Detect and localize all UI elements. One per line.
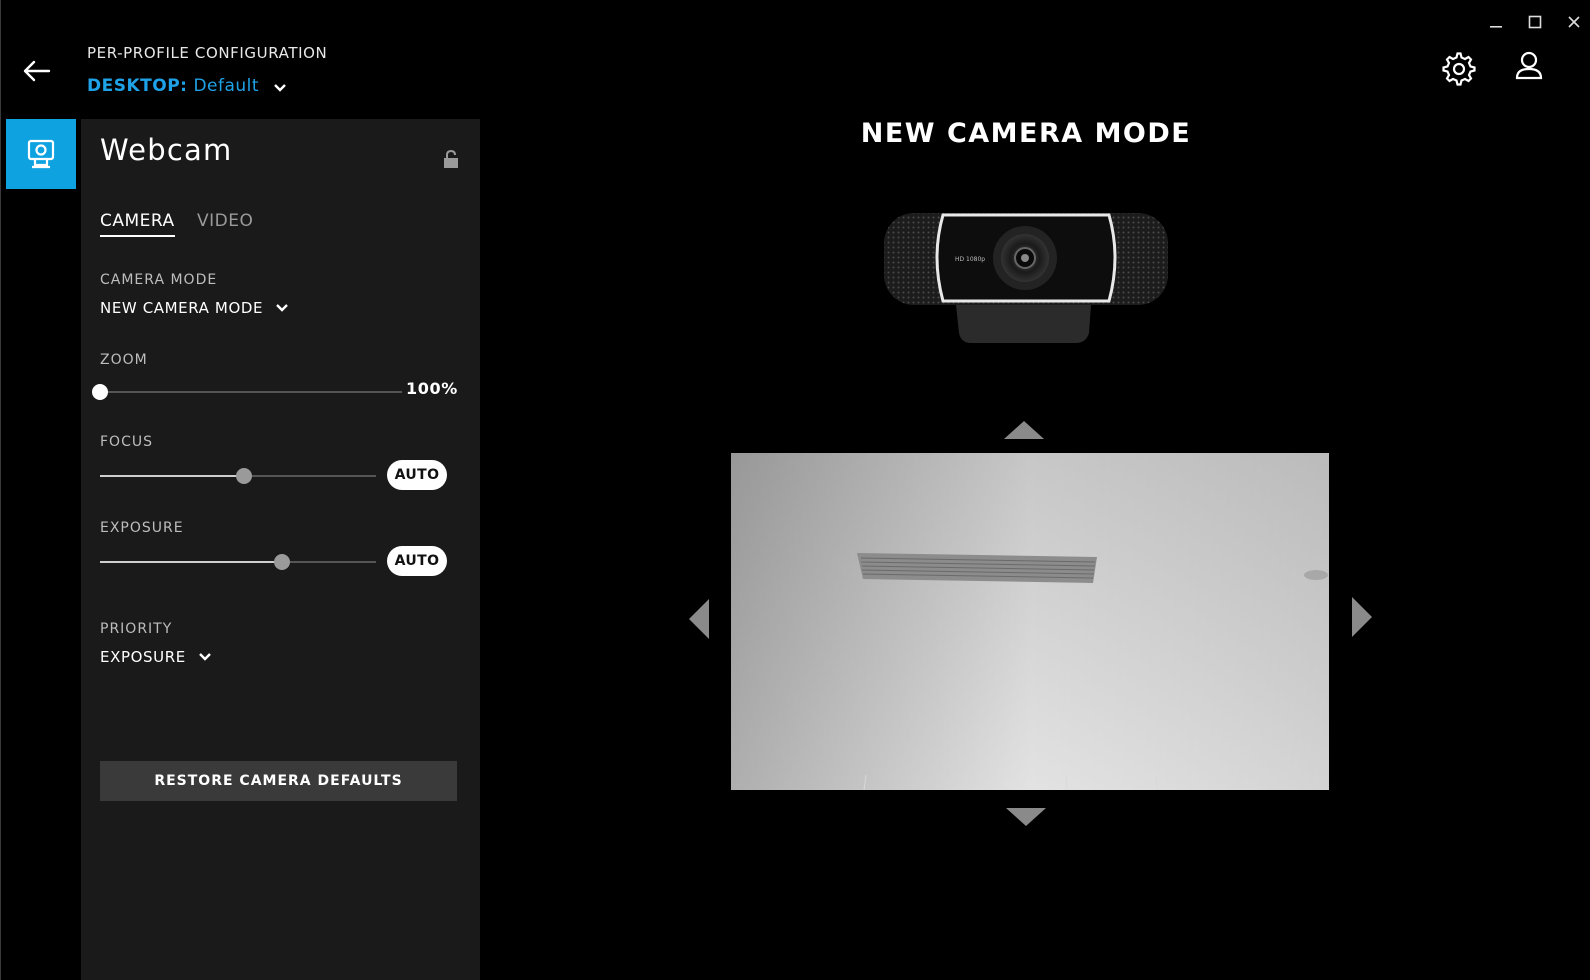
pan-up-arrow-icon[interactable] (1004, 421, 1044, 439)
zoom-value: 100% (406, 379, 458, 398)
minimize-icon (1490, 25, 1502, 28)
app-window: PER-PROFILE CONFIGURATION DESKTOP: Defau… (0, 0, 1590, 980)
maximize-button[interactable] (1520, 10, 1550, 32)
pan-down-arrow-icon[interactable] (1006, 808, 1046, 826)
priority-value: EXPOSURE (100, 648, 186, 666)
zoom-slider[interactable] (92, 384, 402, 400)
camera-mode-heading: NEW CAMERA MODE (860, 118, 1192, 149)
priority-dropdown[interactable]: EXPOSURE (100, 648, 212, 666)
exposure-slider-fill (100, 561, 283, 563)
priority-label: PRIORITY (100, 621, 173, 637)
chevron-down-icon (276, 304, 288, 312)
close-icon (1568, 15, 1580, 28)
minimize-button[interactable] (1481, 10, 1511, 32)
close-button[interactable] (1559, 10, 1589, 32)
back-arrow-icon (23, 60, 51, 82)
camera-mode-value: NEW CAMERA MODE (100, 299, 264, 317)
tab-video[interactable]: VIDEO (197, 211, 253, 235)
zoom-slider-thumb[interactable] (92, 384, 108, 400)
profile-key: DESKTOP: (87, 76, 188, 96)
camera-mode-label: CAMERA MODE (100, 272, 218, 288)
maximize-icon (1528, 15, 1542, 28)
exposure-auto-button[interactable]: AUTO (387, 546, 447, 576)
focus-auto-button[interactable]: AUTO (387, 460, 447, 490)
lock-button[interactable] (442, 149, 460, 169)
exposure-label: EXPOSURE (100, 520, 184, 536)
tab-camera[interactable]: CAMERA (100, 211, 175, 237)
panel-title: Webcam (100, 133, 233, 167)
unlock-icon (444, 149, 458, 168)
webcam-icon (27, 139, 55, 169)
focus-slider[interactable] (100, 468, 376, 484)
chevron-down-icon (274, 84, 286, 92)
exposure-slider[interactable] (100, 554, 376, 570)
exposure-slider-thumb[interactable] (274, 554, 291, 570)
pan-right-arrow-icon[interactable] (1352, 597, 1372, 637)
camera-preview (731, 453, 1329, 790)
focus-slider-thumb[interactable] (235, 468, 252, 484)
focus-slider-fill (100, 475, 244, 477)
settings-panel: Webcam CAMERA VIDEO CAMERA MODE NEW CAME… (81, 119, 480, 980)
camera-mode-dropdown[interactable]: NEW CAMERA MODE (100, 299, 289, 317)
profile-selector[interactable]: DESKTOP: Default (87, 76, 287, 96)
account-button[interactable] (1514, 50, 1544, 84)
pan-left-arrow-icon[interactable] (689, 599, 709, 639)
page-subtitle: PER-PROFILE CONFIGURATION (87, 44, 328, 62)
back-button[interactable] (19, 56, 55, 86)
settings-button[interactable] (1442, 52, 1476, 86)
camera-badge: HD 1080p (955, 256, 985, 263)
webcam-illustration: HD 1080p (881, 205, 1171, 355)
device-tile-webcam[interactable] (6, 119, 76, 189)
profile-value: Default (193, 76, 260, 96)
gear-icon (1442, 52, 1476, 86)
user-icon (1515, 51, 1543, 80)
chevron-down-icon (198, 653, 211, 661)
focus-label: FOCUS (100, 434, 153, 450)
restore-defaults-button[interactable]: RESTORE CAMERA DEFAULTS (100, 761, 457, 801)
zoom-label: ZOOM (100, 352, 148, 368)
